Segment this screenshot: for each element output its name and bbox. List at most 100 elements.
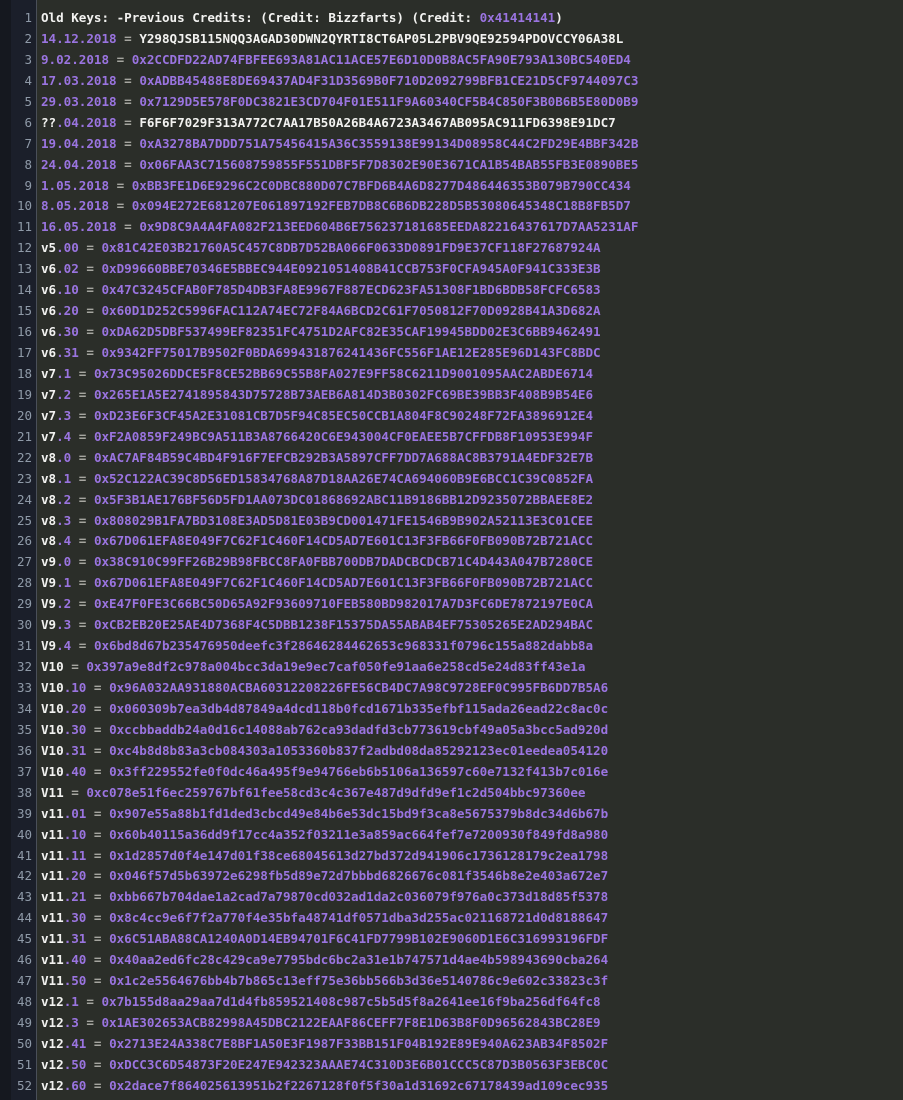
code-line[interactable]: v11.30 = 0x8c4cc9e6f7f2a770f4e35bfa48741… [41, 908, 903, 929]
token-op: = [86, 763, 110, 779]
code-line[interactable]: V9.4 = 0x6bd8d67b235476950deefc3f2864628… [41, 636, 903, 657]
token-const: 0x094E272E681207E061897192FEB7DB8C6B6DB2… [131, 198, 631, 214]
code-line[interactable]: V11 = 0xc078e51f6ec259767bf61fee58cd3c4c… [41, 783, 903, 804]
code-line[interactable]: V9.3 = 0xCB2EB20E25AE4D7368F4C5DBB1238F1… [41, 615, 903, 636]
line-number: 47 [16, 973, 32, 989]
code-line[interactable]: v6.30 = 0xDA62D5DBF537499EF82351FC4751D2… [41, 322, 903, 343]
token-const: .4 [56, 428, 72, 444]
code-line[interactable]: v6.20 = 0x60D1D252C5996FAC112A74EC72F84A… [41, 301, 903, 322]
token-op: = [116, 135, 140, 151]
code-line[interactable]: 19.04.2018 = 0xA3278BA7DDD751A75456415A3… [41, 134, 903, 155]
code-line[interactable]: V10.31 = 0xc4b8d8b83a3cb084303a1053360b8… [41, 741, 903, 762]
line-number: 7 [24, 135, 32, 151]
token-op: = [71, 575, 94, 591]
token-plain: v11 [41, 931, 64, 947]
code-line[interactable]: v11.01 = 0x907e55a88b1fd1ded3cbcd49e84b6… [41, 804, 903, 825]
code-line[interactable]: v11.40 = 0x40aa2ed6fc28c429ca9e7795bdc6b… [41, 950, 903, 971]
token-plain: F6F6F7029F313A772C7AA17B50A26B4A6723A346… [139, 114, 616, 130]
line-number: 14 [16, 282, 32, 298]
code-line[interactable]: V9.1 = 0x67D061EFA8E049F7C62F1C460F14CD5… [41, 573, 903, 594]
code-line[interactable]: 14.12.2018 = Y298QJSB115NQQ3AGAD30DWN2QY… [41, 29, 903, 50]
code-line[interactable]: v8.2 = 0x5F3B1AE176BF56D5FD1AA073DC01868… [41, 490, 903, 511]
code-line[interactable]: V10.10 = 0x96A032AA931880ACBA60312208226… [41, 678, 903, 699]
token-op: = [78, 282, 102, 298]
code-line[interactable]: v12.3 = 0x1AE302653ACB82998A45DBC2122EAA… [41, 1013, 903, 1034]
token-const: 0x7129D5E578F0DC3821E3CD704F01E511F9A603… [139, 93, 639, 109]
token-const: 9.02.2018 [41, 51, 110, 67]
token-op: = [86, 952, 110, 968]
code-line[interactable]: v11.10 = 0x60b40115a36dd9f17cc4a352f0321… [41, 825, 903, 846]
code-line[interactable]: V11.50 = 0x1c2e5564676bb4b7b865c13eff75e… [41, 971, 903, 992]
code-line[interactable]: v7.1 = 0x73C95026DDCE5F8CE52BB69C55B8FA0… [41, 364, 903, 385]
code-line[interactable]: v12.60 = 0x2dace7f864025613951b2f2267128… [41, 1076, 903, 1097]
code-line[interactable]: v6.31 = 0x9342FF75017B9502F0BDA699431876… [41, 343, 903, 364]
code-line[interactable]: ??.04.2018 = F6F6F7029F313A772C7AA17B50A… [41, 113, 903, 134]
line-number: 19 [16, 386, 32, 402]
code-line[interactable]: 17.03.2018 = 0xADBB45488E8DE69437AD4F31D… [41, 71, 903, 92]
code-line[interactable]: v7.2 = 0x265E1A5E2741895843D75728B73AEB6… [41, 385, 903, 406]
code-line[interactable]: V10.20 = 0x060309b7ea3db4d87849a4dcd118b… [41, 699, 903, 720]
left-edge-strip [0, 0, 11, 1100]
token-op: = [86, 847, 110, 863]
token-const: .3 [56, 512, 72, 528]
line-number: 38 [16, 784, 32, 800]
token-const: .20 [56, 303, 79, 319]
code-line[interactable]: 29.03.2018 = 0x7129D5E578F0DC3821E3CD704… [41, 92, 903, 113]
token-const: .2 [56, 491, 72, 507]
code-line[interactable]: 16.05.2018 = 0x9D8C9A4A4FA082F213EED604B… [41, 217, 903, 238]
token-plain: Old Keys: -Previous Credits: (Credit: Bi… [41, 10, 480, 25]
code-line[interactable]: v11.11 = 0x1d2857d0f4e147d01f38ce6804561… [41, 846, 903, 867]
token-const: 0x5F3B1AE176BF56D5FD1AA073DC01868692ABC1… [93, 491, 594, 507]
code-line[interactable]: V10 = 0x397a9e8df2c978a004bcc3da19e9ec7c… [41, 657, 903, 678]
token-const: .41 [63, 1035, 87, 1051]
line-number: 46 [16, 952, 32, 968]
code-line[interactable]: v6.02 = 0xD99660BBE70346E5BBEC944E092105… [41, 259, 903, 280]
token-op: = [116, 156, 140, 172]
token-const: 17.03.2018 [41, 72, 117, 88]
code-line[interactable]: V9.2 = 0xE47F0FE3C66BC50D65A92F93609710F… [41, 594, 903, 615]
code-line[interactable]: Old Keys: -Previous Credits: (Credit: Bi… [41, 8, 903, 29]
token-op: = [116, 93, 140, 109]
code-line[interactable]: v11.31 = 0x6C51ABA88CA1240A0D14EB94701F6… [41, 929, 903, 950]
code-line[interactable]: v12.1 = 0x7b155d8aa29aa7d1d4fb859521408c… [41, 992, 903, 1013]
token-plain: V11 [41, 784, 64, 800]
line-number: 21 [16, 428, 32, 444]
code-line[interactable]: v11.20 = 0x046f57d5b63972e6298fb5d89e72d… [41, 866, 903, 887]
code-line[interactable]: v12.50 = 0xDCC3C6D54873F20E247E942323AAA… [41, 1055, 903, 1076]
code-line[interactable]: 9.02.2018 = 0x2CCDFD22AD74FBFEE693A81AC1… [41, 50, 903, 71]
code-line[interactable]: v8.4 = 0x67D061EFA8E049F7C62F1C460F14CD5… [41, 531, 903, 552]
code-line[interactable]: 8.05.2018 = 0x094E272E681207E061897192FE… [41, 196, 903, 217]
token-const: 0x2CCDFD22AD74FBFEE693A81AC11ACE57E6D10D… [131, 51, 631, 67]
code-line[interactable]: 24.04.2018 = 0x06FAA3C715608759855F551DB… [41, 155, 903, 176]
code-line[interactable]: v7.3 = 0xD23E6F3CF45A2E31081CB7D5F94C85E… [41, 406, 903, 427]
code-line[interactable]: v11.21 = 0xbb667b704dae1a2cad7a79870cd03… [41, 887, 903, 908]
token-const: 0x808029B1FA7BD3108E3AD5D81E03B9CD001471… [93, 512, 594, 528]
token-op: = [86, 680, 110, 695]
code-line[interactable]: v7.4 = 0xF2A0859F249BC9A511B3A8766420C6E… [41, 427, 903, 448]
token-op: = [86, 700, 110, 716]
token-const: 0xBB3FE1D6E9296C2C0DBC880D07C7BFD6B4A6D8… [131, 177, 631, 193]
token-plain: v11 [41, 826, 64, 842]
token-plain: V10 [41, 742, 64, 758]
token-op: = [78, 261, 102, 277]
code-line[interactable]: v9.0 = 0x38C910C99FF26B29B98FBCC8FA0FBB7… [41, 552, 903, 573]
token-plain: V9 [41, 617, 57, 633]
token-const: .40 [63, 763, 87, 779]
token-op: = [63, 784, 87, 800]
token-op: = [71, 386, 94, 402]
token-const: 0xccbbaddb24a0d16c14088ab762ca93dadfd3cb… [109, 721, 609, 737]
token-op: = [86, 931, 110, 947]
token-const: .01 [63, 805, 87, 821]
code-line[interactable]: v12.41 = 0x2713E24A338C7E8BF1A50E3F1987F… [41, 1034, 903, 1055]
code-line[interactable]: v8.1 = 0x52C122AC39C8D56ED15834768A87D18… [41, 469, 903, 490]
line-number: 23 [16, 470, 32, 486]
code-line[interactable]: 1.05.2018 = 0xBB3FE1D6E9296C2C0DBC880D07… [41, 176, 903, 197]
code-line[interactable]: V10.40 = 0x3ff229552fe0f0dc46a495f9e9476… [41, 762, 903, 783]
code-content-area[interactable]: Old Keys: -Previous Credits: (Credit: Bi… [37, 0, 903, 1100]
code-line[interactable]: v5.00 = 0x81C42E03B21760A5C457C8DB7D52BA… [41, 238, 903, 259]
code-line[interactable]: v8.0 = 0xAC7AF84B59C4BD4F916F7EFCB292B3A… [41, 448, 903, 469]
code-line[interactable]: v6.10 = 0x47C3245CFAB0F785D4DB3FA8E9967F… [41, 280, 903, 301]
token-plain: v8 [41, 449, 57, 465]
code-line[interactable]: v8.3 = 0x808029B1FA7BD3108E3AD5D81E03B9C… [41, 511, 903, 532]
code-line[interactable]: V10.30 = 0xccbbaddb24a0d16c14088ab762ca9… [41, 720, 903, 741]
